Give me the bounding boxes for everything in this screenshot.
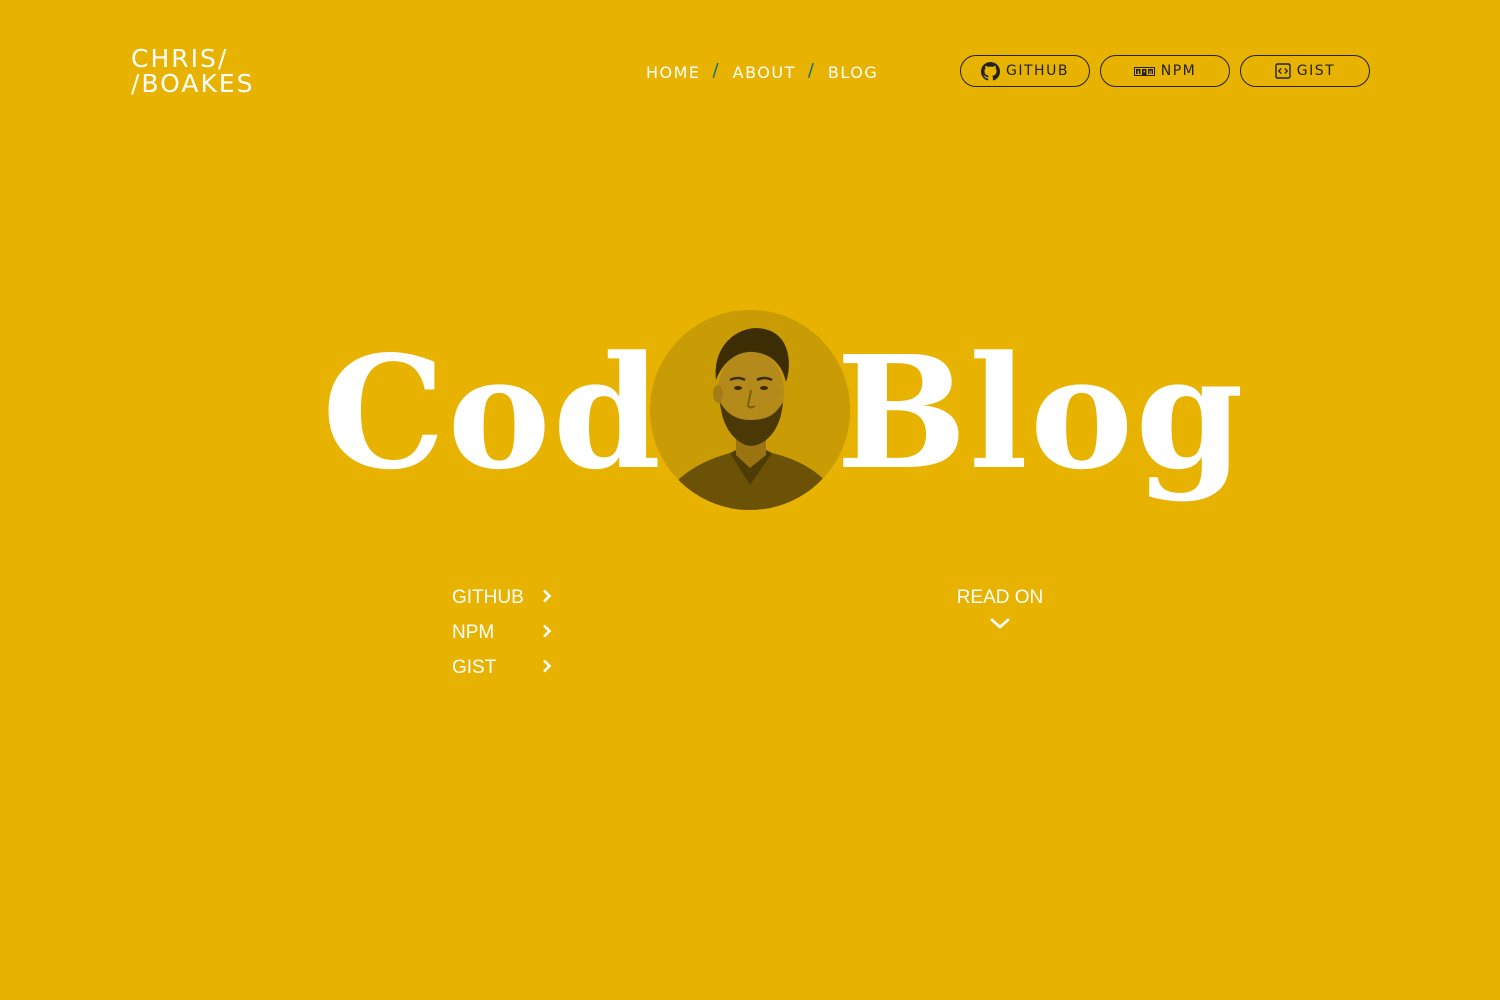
github-icon	[981, 61, 1001, 81]
nav-home-link[interactable]: HOME	[646, 63, 701, 82]
nav-blog-link[interactable]: BLOG	[828, 63, 878, 82]
page: CHRIS/ /BOAKES HOME / ABOUT / BLOG GITHU…	[0, 0, 1500, 1000]
gist-link[interactable]: GIST	[452, 655, 552, 681]
npm-icon	[1133, 66, 1155, 76]
npm-button-label: NPM	[1160, 63, 1197, 79]
list-item: GITHUB	[452, 585, 552, 620]
main-nav: HOME / ABOUT / BLOG	[646, 60, 878, 84]
gist-button[interactable]: GIST	[1240, 55, 1370, 87]
github-link-label: GITHUB	[452, 587, 524, 608]
list-item: GIST	[452, 655, 552, 690]
gist-button-label: GIST	[1296, 63, 1336, 79]
npm-link[interactable]: NPM	[452, 620, 552, 646]
site-logo[interactable]: CHRIS/ /BOAKES	[131, 46, 255, 96]
read-on-link[interactable]: READ ON	[950, 585, 1050, 629]
avatar-photo	[650, 310, 850, 510]
code-icon	[1275, 63, 1291, 79]
gist-link-label: GIST	[452, 657, 497, 678]
nav-separator: /	[807, 59, 814, 81]
chevron-right-icon	[542, 587, 552, 609]
github-button[interactable]: GITHUB	[960, 55, 1090, 87]
chevron-right-icon	[542, 622, 552, 644]
logo-line-1: CHRIS/	[131, 44, 229, 73]
logo-line-2: /BOAKES	[131, 69, 255, 98]
npm-button[interactable]: NPM	[1100, 55, 1230, 87]
list-item: NPM	[452, 620, 552, 655]
chevron-right-icon	[542, 657, 552, 679]
chevron-down-icon	[950, 617, 1050, 629]
github-link[interactable]: GITHUB	[452, 585, 552, 611]
github-button-label: GITHUB	[1006, 63, 1069, 79]
npm-link-label: NPM	[452, 622, 495, 643]
social-link-list: GITHUB NPM GIST	[452, 585, 552, 690]
read-on-label: READ ON	[956, 587, 1044, 608]
nav-separator: /	[712, 59, 719, 81]
hero-word-blog: Blog	[836, 321, 1246, 504]
nav-about-link[interactable]: ABOUT	[733, 63, 796, 82]
